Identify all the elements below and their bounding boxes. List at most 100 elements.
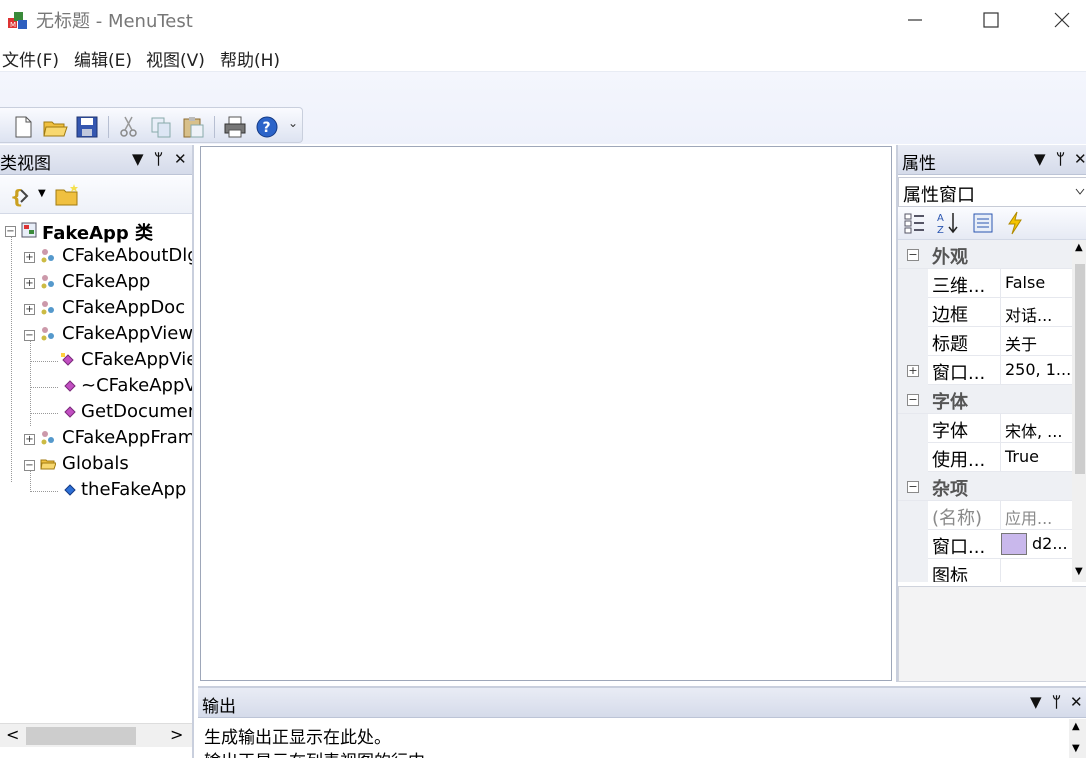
- method-icon: [61, 353, 74, 366]
- properties-object-select[interactable]: 属性窗口: [898, 177, 1086, 207]
- output-list[interactable]: 生成输出正显示在此处。 输出正显示在列表视图的行中: [199, 719, 1067, 758]
- tree-node-method[interactable]: GetDocument: [0, 400, 192, 426]
- collapse-icon[interactable]: −: [907, 249, 919, 261]
- property-name: (名称): [932, 508, 983, 529]
- property-row[interactable]: 图标: [898, 559, 1072, 582]
- tree-node-method[interactable]: ~CFakeAppView: [0, 374, 192, 400]
- help-icon[interactable]: ?: [254, 114, 280, 140]
- print-icon[interactable]: [222, 114, 248, 140]
- expand-icon[interactable]: +: [24, 252, 35, 263]
- menu-edit[interactable]: 编辑(E): [74, 46, 132, 71]
- expand-icon[interactable]: +: [907, 365, 919, 377]
- color-swatch[interactable]: [1001, 533, 1027, 555]
- tree-node[interactable]: + CFakeAppFrame: [0, 426, 192, 452]
- property-row[interactable]: 边框 对话...: [898, 298, 1072, 327]
- paste-icon[interactable]: [180, 114, 206, 140]
- property-value[interactable]: True: [1000, 443, 1072, 471]
- output-dropdown-icon[interactable]: ▼: [1030, 693, 1042, 711]
- scroll-down-icon[interactable]: ▼: [1072, 743, 1080, 754]
- property-category[interactable]: − 外观: [898, 240, 1072, 269]
- class-view-pin-icon[interactable]: ᛘ: [154, 150, 163, 168]
- collapse-icon[interactable]: −: [907, 481, 919, 493]
- properties-pin-icon[interactable]: ᛘ: [1056, 150, 1065, 168]
- tree-node-variable[interactable]: theFakeApp: [0, 478, 192, 504]
- new-folder-icon[interactable]: [55, 183, 81, 207]
- property-value[interactable]: 宋体, ...: [1000, 414, 1072, 442]
- output-vscrollbar[interactable]: ▲ ▼: [1069, 719, 1086, 758]
- save-icon[interactable]: [74, 114, 100, 140]
- collapse-icon[interactable]: −: [24, 460, 35, 471]
- class-view-hscrollbar[interactable]: < >: [0, 723, 192, 747]
- property-value[interactable]: d2...: [1032, 534, 1068, 553]
- copy-icon[interactable]: [148, 114, 174, 140]
- property-category[interactable]: − 字体: [898, 385, 1072, 414]
- scroll-up-icon[interactable]: ▲: [1075, 242, 1083, 253]
- property-grid-vscrollbar[interactable]: ▲ ▼: [1072, 240, 1086, 582]
- scroll-down-icon[interactable]: ▼: [1075, 566, 1083, 577]
- menu-help[interactable]: 帮助(H): [220, 46, 280, 71]
- expand-icon[interactable]: +: [24, 304, 35, 315]
- tree-node[interactable]: + CFakeAppDoc: [0, 296, 192, 322]
- collapse-icon[interactable]: −: [907, 394, 919, 406]
- property-row[interactable]: 窗口... d2...: [898, 530, 1072, 559]
- scroll-right-icon[interactable]: >: [170, 725, 183, 744]
- alphabetical-icon[interactable]: AZ: [936, 211, 960, 235]
- expand-icon[interactable]: +: [24, 278, 35, 289]
- scroll-thumb[interactable]: [26, 727, 136, 745]
- property-value[interactable]: 对话...: [1000, 298, 1072, 326]
- property-pages-icon[interactable]: [972, 212, 994, 234]
- collapse-icon[interactable]: −: [5, 226, 16, 237]
- property-row[interactable]: + 窗口... 250, 1...: [898, 356, 1072, 385]
- collapse-icon[interactable]: −: [24, 330, 35, 341]
- new-icon[interactable]: [10, 114, 36, 140]
- tree-node-method[interactable]: CFakeAppView: [0, 348, 192, 374]
- properties-title: 属性: [902, 154, 936, 174]
- property-value[interactable]: [1000, 559, 1072, 582]
- class-view-dropdown-icon[interactable]: ▼: [132, 150, 144, 168]
- output-pin-icon[interactable]: ᛘ: [1052, 693, 1061, 711]
- chevron-down-icon[interactable]: ▼: [38, 188, 46, 199]
- properties-dropdown-icon[interactable]: ▼: [1034, 150, 1046, 168]
- expand-icon[interactable]: +: [24, 434, 35, 445]
- scroll-up-icon[interactable]: ▲: [1072, 721, 1080, 732]
- property-value[interactable]: 关于: [1000, 327, 1072, 355]
- close-button[interactable]: [1027, 0, 1086, 40]
- property-category[interactable]: − 杂项: [898, 472, 1072, 501]
- class-view-close-icon[interactable]: ✕: [174, 150, 187, 168]
- sort-icon[interactable]: {: [10, 184, 34, 208]
- property-name: 三维...: [932, 276, 986, 297]
- scroll-thumb[interactable]: [1075, 264, 1085, 474]
- categorized-icon[interactable]: [904, 212, 926, 234]
- maximize-icon: [983, 12, 999, 28]
- tree-node[interactable]: + CFakeAboutDlg: [0, 244, 192, 270]
- output-close-icon[interactable]: ✕: [1070, 693, 1083, 711]
- minimize-button[interactable]: [880, 0, 950, 40]
- menu-view[interactable]: 视图(V): [146, 46, 205, 71]
- open-icon[interactable]: [42, 114, 68, 140]
- property-row[interactable]: 使用... True: [898, 443, 1072, 472]
- scroll-left-icon[interactable]: <: [6, 725, 19, 744]
- property-row[interactable]: 三维... False: [898, 269, 1072, 298]
- property-row[interactable]: (名称) 应用...: [898, 501, 1072, 530]
- menu-file[interactable]: 文件(F): [2, 46, 59, 71]
- window-title: 无标题 - MenuTest: [36, 11, 193, 32]
- toolbar-overflow-icon[interactable]: ⌄: [288, 116, 298, 130]
- tree-node[interactable]: − CFakeAppView: [0, 322, 192, 348]
- property-value[interactable]: 应用...: [1000, 501, 1072, 529]
- svg-text:?: ?: [263, 120, 271, 136]
- tree-node[interactable]: + CFakeApp: [0, 270, 192, 296]
- cut-icon[interactable]: [116, 114, 142, 140]
- properties-close-icon[interactable]: ✕: [1074, 150, 1086, 168]
- events-icon[interactable]: [1004, 211, 1026, 235]
- minimize-icon: [908, 19, 922, 21]
- property-row[interactable]: 字体 宋体, ...: [898, 414, 1072, 443]
- chevron-down-icon: [1075, 188, 1085, 195]
- tree-node-root[interactable]: − FakeApp 类: [0, 218, 192, 244]
- toolbar-separator: [214, 116, 215, 138]
- tree-node-folder[interactable]: − Globals: [0, 452, 192, 478]
- property-value[interactable]: 250, 1...: [1000, 356, 1072, 384]
- document-view[interactable]: [200, 146, 892, 681]
- property-row[interactable]: 标题 关于: [898, 327, 1072, 356]
- property-value[interactable]: False: [1000, 269, 1072, 297]
- maximize-button[interactable]: [956, 0, 1026, 40]
